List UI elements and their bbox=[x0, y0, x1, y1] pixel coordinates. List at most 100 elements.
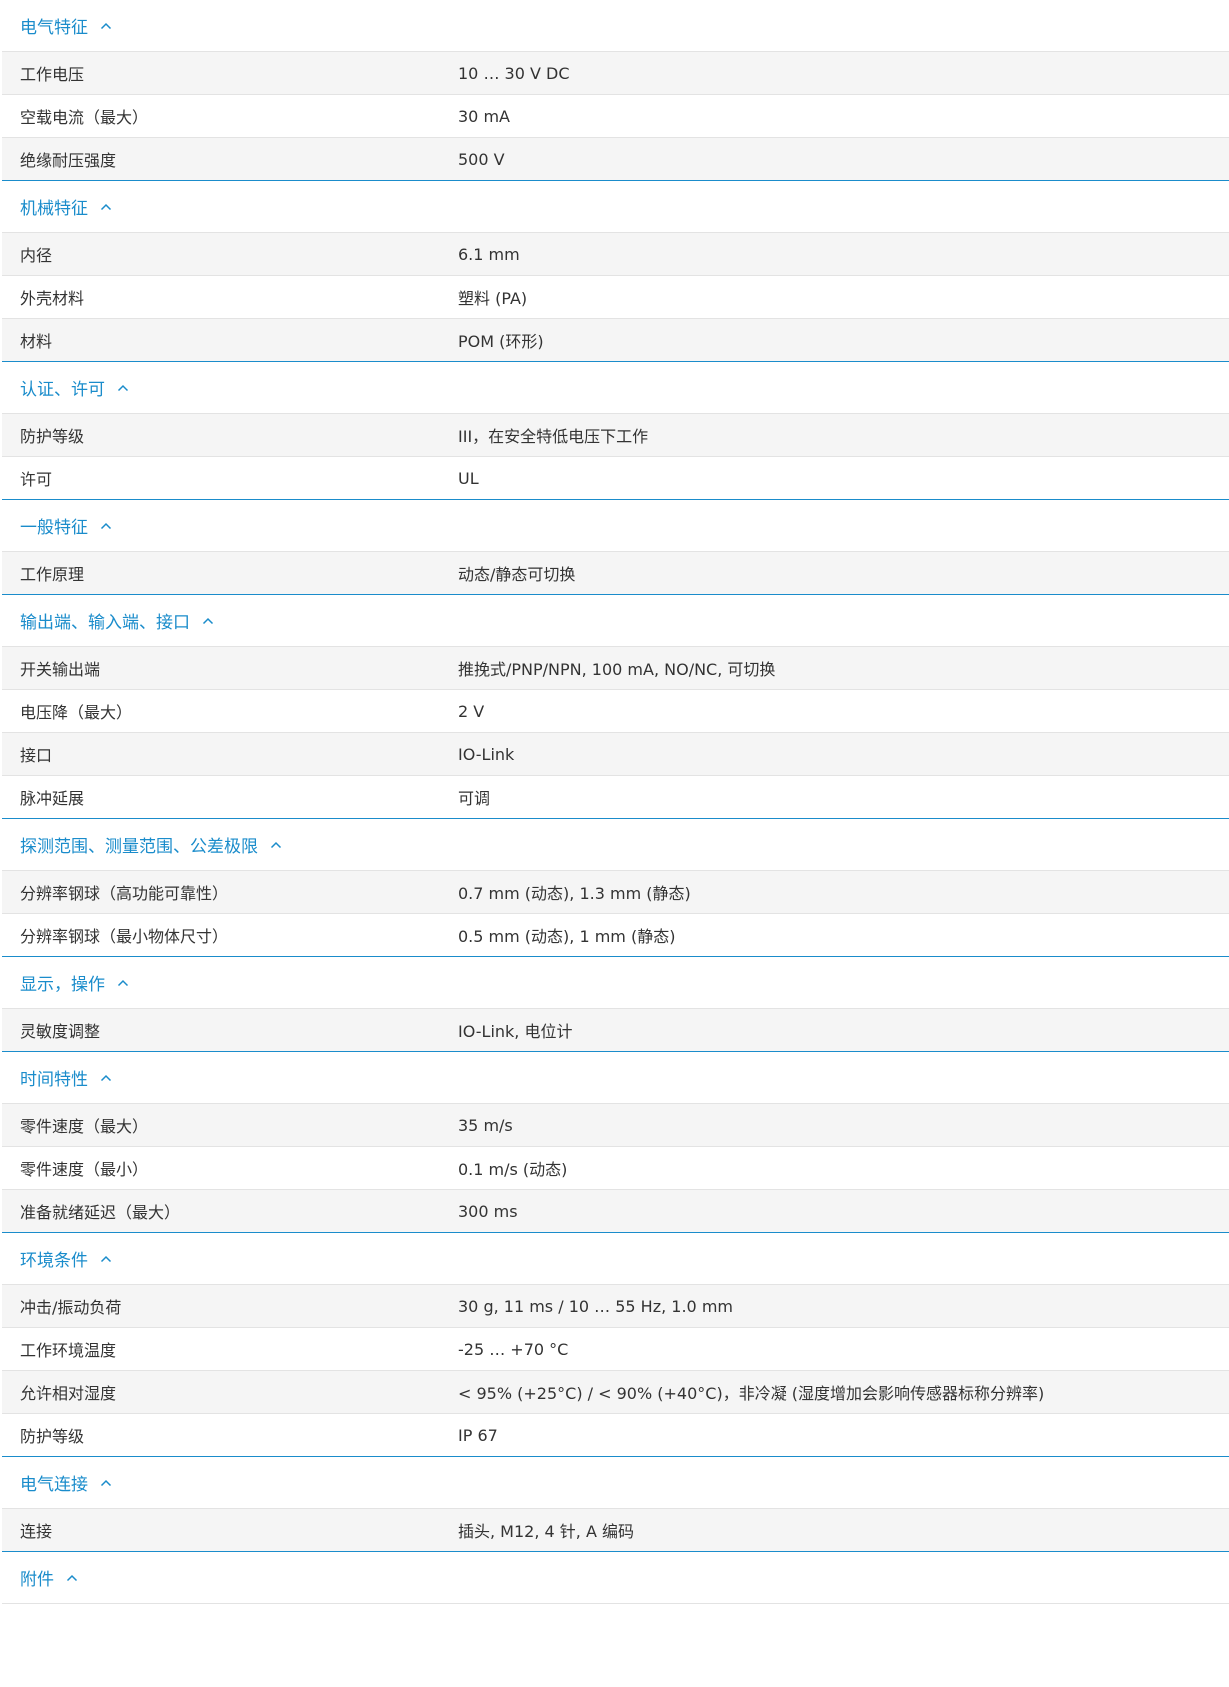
spec-label: 分辨率钢球（最小物体尺寸） bbox=[20, 927, 229, 946]
spec-value: 插头, M12, 4 针, A 编码 bbox=[458, 1522, 634, 1541]
spec-value: 500 V bbox=[458, 149, 505, 169]
spec-row: 工作环境温度 -25 … +70 °C bbox=[2, 1327, 1229, 1370]
spec-row: 准备就绪延迟（最大） 300 ms bbox=[2, 1189, 1229, 1232]
spec-row: 材料 POM (环形) bbox=[2, 318, 1229, 361]
spec-label: 连接 bbox=[20, 1522, 53, 1541]
spec-label: 工作环境温度 bbox=[20, 1341, 117, 1360]
spec-row: 分辨率钢球（最小物体尺寸） 0.5 mm (动态), 1 mm (静态) bbox=[2, 913, 1229, 956]
spec-label: 允许相对湿度 bbox=[20, 1384, 117, 1403]
spec-row: 防护等级 IP 67 bbox=[2, 1413, 1229, 1456]
spec-row: 冲击/振动负荷 30 g, 11 ms / 10 … 55 Hz, 1.0 mm bbox=[2, 1284, 1229, 1327]
chevron-up-icon bbox=[100, 520, 112, 532]
section-title: 电气特征 bbox=[20, 18, 88, 38]
spec-value: 0.5 mm (动态), 1 mm (静态) bbox=[458, 927, 676, 946]
spec-label: 工作原理 bbox=[20, 565, 85, 584]
section-toggle[interactable]: 时间特性 bbox=[2, 1052, 1229, 1103]
spec-label: 开关输出端 bbox=[20, 660, 101, 679]
spec-row: 外壳材料 塑料 (PA) bbox=[2, 275, 1229, 318]
chevron-up-icon bbox=[117, 382, 129, 394]
section-toggle[interactable]: 认证、许可 bbox=[2, 362, 1229, 413]
chevron-up-icon bbox=[100, 1477, 112, 1489]
spec-value: IO-Link bbox=[458, 744, 515, 764]
section-toggle[interactable]: 环境条件 bbox=[2, 1233, 1229, 1284]
spec-value: 0.7 mm (动态), 1.3 mm (静态) bbox=[458, 884, 691, 903]
spec-label: 材料 bbox=[20, 332, 53, 351]
spec-row: 内径 6.1 mm bbox=[2, 232, 1229, 275]
spec-value: 0.1 m/s (动态) bbox=[458, 1160, 568, 1179]
spec-row: 电压降（最大） 2 V bbox=[2, 689, 1229, 732]
spec-label: 防护等级 bbox=[20, 427, 85, 446]
spec-row: 零件速度（最大） 35 m/s bbox=[2, 1103, 1229, 1146]
spec-row: 接口 IO-Link bbox=[2, 732, 1229, 775]
section-title: 附件 bbox=[20, 1570, 54, 1590]
spec-row: 零件速度（最小） 0.1 m/s (动态) bbox=[2, 1146, 1229, 1189]
chevron-up-icon bbox=[100, 1253, 112, 1265]
spec-value: 塑料 (PA) bbox=[458, 289, 528, 308]
spec-label: 灵敏度调整 bbox=[20, 1022, 101, 1041]
spec-row: 防护等级 III，在安全特低电压下工作 bbox=[2, 413, 1229, 456]
spec-sheet: 电气特征 工作电压 10 … 30 V DC 空载电流（最大） 30 mA 绝缘耐压强度 5… bbox=[0, 0, 1229, 1604]
section-title: 探测范围、测量范围、公差极限 bbox=[20, 837, 258, 857]
spec-label: 空载电流（最大） bbox=[20, 108, 149, 127]
spec-value: III，在安全特低电压下工作 bbox=[458, 427, 649, 446]
spec-value: 2 V bbox=[458, 701, 485, 721]
section-title: 认证、许可 bbox=[20, 380, 105, 400]
spec-value: 可调 bbox=[458, 789, 491, 808]
spec-section: 一般特征工作原理 动态/静态可切换 bbox=[2, 500, 1229, 595]
section-toggle[interactable]: 电气特征 bbox=[2, 0, 1229, 51]
chevron-up-icon bbox=[100, 201, 112, 213]
spec-section: 环境条件冲击/振动负荷 30 g, 11 ms / 10 … 55 Hz, 1.0… bbox=[2, 1233, 1229, 1457]
spec-section: 电气特征 工作电压 10 … 30 V DC 空载电流（最大） 30 mA 绝缘耐压强度 5… bbox=[2, 0, 1229, 181]
spec-row: 工作原理 动态/静态可切换 bbox=[2, 551, 1229, 594]
spec-section: 机械特征内径 6.1 mm 外壳材料 塑料 (PA) 材料 POM (环形) bbox=[2, 181, 1229, 362]
chevron-up-icon bbox=[270, 839, 282, 851]
spec-label: 电压降（最大） bbox=[20, 703, 133, 722]
spec-value: 10 … 30 V DC bbox=[458, 63, 570, 83]
spec-value: 30 g, 11 ms / 10 … 55 Hz, 1.0 mm bbox=[458, 1296, 733, 1316]
spec-value: < 95% (+25°C) / < 90% (+40°C)，非冷凝 (湿度增加会… bbox=[458, 1384, 1045, 1403]
spec-row: 分辨率钢球（高功能可靠性） 0.7 mm (动态), 1.3 mm (静态) bbox=[2, 870, 1229, 913]
spec-label: 准备就绪延迟（最大） bbox=[20, 1203, 181, 1222]
spec-section: 输出端、输入端、接口 开关输出端 推挽式/PNP/NPN, 100 mA, NO/N… bbox=[2, 595, 1229, 819]
spec-row: 空载电流（最大） 30 mA bbox=[2, 94, 1229, 137]
spec-section: 显示，操作灵敏度调整 IO-Link, 电位计 bbox=[2, 957, 1229, 1052]
spec-section: 电气连接连接 插头, M12, 4 针, A 编码 bbox=[2, 1457, 1229, 1552]
spec-row: 灵敏度调整 IO-Link, 电位计 bbox=[2, 1008, 1229, 1051]
spec-label: 零件速度（最小） bbox=[20, 1160, 149, 1179]
section-toggle[interactable]: 一般特征 bbox=[2, 500, 1229, 551]
spec-value: IO-Link, 电位计 bbox=[458, 1022, 573, 1041]
spec-label: 零件速度（最大） bbox=[20, 1117, 149, 1136]
spec-value: POM (环形) bbox=[458, 332, 544, 351]
chevron-up-icon bbox=[100, 20, 112, 32]
spec-value: 推挽式/PNP/NPN, 100 mA, NO/NC, 可切换 bbox=[458, 660, 776, 679]
section-title: 显示，操作 bbox=[20, 975, 105, 995]
spec-value: 35 m/s bbox=[458, 1115, 513, 1135]
spec-row: 绝缘耐压强度 500 V bbox=[2, 137, 1229, 180]
chevron-up-icon bbox=[66, 1572, 78, 1584]
section-title: 输出端、输入端、接口 bbox=[20, 613, 190, 633]
spec-section: 附件 bbox=[2, 1552, 1229, 1604]
section-toggle[interactable]: 机械特征 bbox=[2, 181, 1229, 232]
spec-label: 分辨率钢球（高功能可靠性） bbox=[20, 884, 229, 903]
spec-label: 冲击/振动负荷 bbox=[20, 1298, 122, 1317]
spec-section: 认证、许可 防护等级 III，在安全特低电压下工作 许可 UL bbox=[2, 362, 1229, 500]
spec-label: 脉冲延展 bbox=[20, 789, 85, 808]
section-title: 电气连接 bbox=[20, 1475, 88, 1495]
spec-row: 允许相对湿度 < 95% (+25°C) / < 90% (+40°C)，非冷凝 … bbox=[2, 1370, 1229, 1413]
spec-label: 内径 bbox=[20, 246, 53, 265]
section-toggle[interactable]: 探测范围、测量范围、公差极限 bbox=[2, 819, 1229, 870]
spec-row: 脉冲延展 可调 bbox=[2, 775, 1229, 818]
spec-row: 连接 插头, M12, 4 针, A 编码 bbox=[2, 1508, 1229, 1551]
section-toggle[interactable]: 输出端、输入端、接口 bbox=[2, 595, 1229, 646]
spec-label: 接口 bbox=[20, 746, 53, 765]
spec-value: IP 67 bbox=[458, 1425, 498, 1445]
spec-section: 探测范围、测量范围、公差极限 分辨率钢球（高功能可靠性） 0.7 mm (动态), … bbox=[2, 819, 1229, 957]
spec-value: 300 ms bbox=[458, 1201, 518, 1221]
section-toggle[interactable]: 显示，操作 bbox=[2, 957, 1229, 1008]
section-toggle[interactable]: 电气连接 bbox=[2, 1457, 1229, 1508]
section-toggle[interactable]: 附件 bbox=[2, 1552, 1229, 1603]
chevron-up-icon bbox=[117, 977, 129, 989]
spec-value: 动态/静态可切换 bbox=[458, 565, 576, 584]
section-title: 机械特征 bbox=[20, 199, 88, 219]
chevron-up-icon bbox=[100, 1072, 112, 1084]
